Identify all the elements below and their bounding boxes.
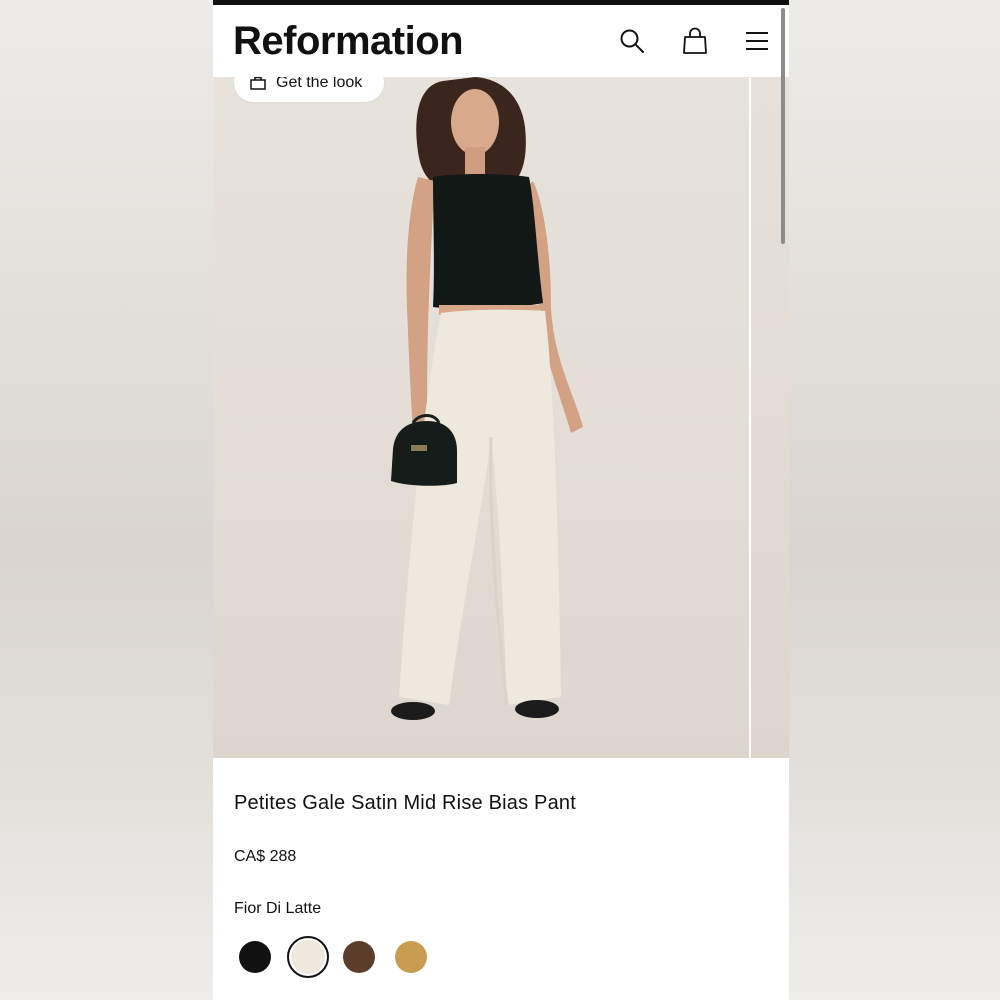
phone-screen: Reformation Get the look Petites Gale Sa…: [213, 0, 789, 1000]
background-blur-left: [0, 0, 213, 1000]
product-info: Petites Gale Satin Mid Rise Bias Pant CA…: [213, 758, 789, 1000]
swatch-black[interactable]: [239, 941, 271, 973]
get-the-look-label: Get the look: [276, 77, 363, 91]
shopping-bag-icon: [250, 77, 266, 90]
product-price: CA$ 288: [234, 848, 297, 865]
background-blur-right: [789, 0, 1000, 1000]
menu-button[interactable]: [741, 25, 773, 57]
bag-icon: [683, 27, 707, 54]
brand-logo[interactable]: Reformation: [233, 19, 464, 64]
site-header: Reformation: [213, 5, 789, 78]
product-image[interactable]: Get the look: [213, 77, 749, 758]
get-the-look-button[interactable]: Get the look: [234, 77, 385, 102]
menu-icon: [746, 32, 768, 50]
scrollbar[interactable]: [781, 8, 785, 244]
swatch-fior-di-latte[interactable]: [287, 936, 329, 978]
product-title: Petites Gale Satin Mid Rise Bias Pant: [234, 792, 576, 814]
search-icon: [620, 29, 644, 53]
shopping-bag-button[interactable]: [679, 25, 711, 57]
swatch-brown[interactable]: [343, 941, 375, 973]
selected-color-name: Fior Di Latte: [234, 900, 322, 917]
model-photo: [391, 77, 583, 720]
swatch-tan[interactable]: [395, 941, 427, 973]
search-button[interactable]: [616, 25, 648, 57]
